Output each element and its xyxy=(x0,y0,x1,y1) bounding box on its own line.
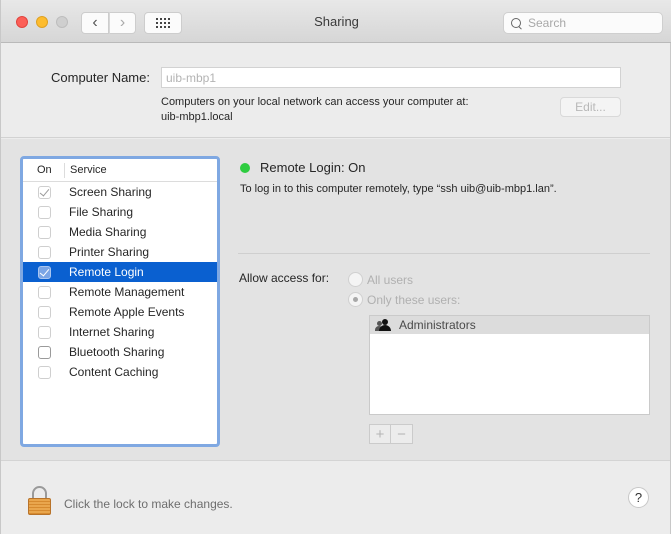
service-name: File Sharing xyxy=(69,205,134,219)
only-these-users-radio-label[interactable]: Only these users: xyxy=(367,293,460,307)
service-status-title: Remote Login: On xyxy=(260,160,366,175)
computer-name-input[interactable] xyxy=(161,67,621,88)
plus-icon: + xyxy=(375,425,385,443)
services-list: Screen Sharing File Sharing Media Sharing P… xyxy=(23,182,217,382)
service-checkbox[interactable] xyxy=(38,185,51,199)
service-row[interactable]: Internet Sharing xyxy=(23,322,217,342)
remove-user-button[interactable]: − xyxy=(391,424,413,444)
edit-button[interactable]: Edit... xyxy=(560,97,621,117)
all-users-radio[interactable] xyxy=(348,272,363,287)
list-item[interactable]: Administrators xyxy=(370,316,649,334)
service-checkbox[interactable] xyxy=(38,345,51,359)
only-these-users-radio[interactable] xyxy=(348,292,363,307)
service-status-description: To log in to this computer remotely, typ… xyxy=(240,183,557,195)
title-bar: ‹ › Sharing xyxy=(1,0,671,43)
status-indicator-icon xyxy=(240,163,250,173)
service-checkbox[interactable] xyxy=(38,225,51,239)
local-hostname: uib-mbp1.local xyxy=(161,111,233,123)
allow-access-label: Allow access for: xyxy=(239,271,330,285)
service-row[interactable]: File Sharing xyxy=(23,202,217,222)
computer-address-description: Computers on your local network can acce… xyxy=(161,95,469,125)
computer-name-label: Computer Name: xyxy=(51,70,150,85)
divider xyxy=(238,253,650,254)
minus-icon: − xyxy=(397,425,406,443)
address-description-text: Computers on your local network can acce… xyxy=(161,96,469,108)
sharing-window: ‹ › Sharing Computer Name: Computers on … xyxy=(0,0,671,534)
add-user-button[interactable]: + xyxy=(369,424,391,444)
service-checkbox[interactable] xyxy=(38,245,51,259)
service-name: Content Caching xyxy=(69,365,159,379)
service-row[interactable]: Screen Sharing xyxy=(23,182,217,202)
service-row[interactable]: Media Sharing xyxy=(23,222,217,242)
service-row[interactable]: Remote Apple Events xyxy=(23,302,217,322)
column-header-on[interactable]: On xyxy=(23,162,65,178)
computer-name-section: Computer Name: Computers on your local n… xyxy=(1,44,670,138)
all-users-radio-label[interactable]: All users xyxy=(367,273,413,287)
services-table-header: On Service xyxy=(23,159,217,182)
service-name: Remote Login xyxy=(69,265,144,279)
service-checkbox[interactable] xyxy=(38,265,51,279)
lock-message: Click the lock to make changes. xyxy=(64,497,233,511)
service-name: Screen Sharing xyxy=(69,185,152,199)
allowed-users-list[interactable]: Administrators xyxy=(369,315,650,415)
search-input[interactable] xyxy=(528,16,658,30)
service-name: Remote Apple Events xyxy=(69,305,185,319)
help-button[interactable]: ? xyxy=(628,487,649,508)
services-section: On Service Screen Sharing File Sharing Med… xyxy=(1,139,670,461)
services-table[interactable]: On Service Screen Sharing File Sharing Med… xyxy=(20,156,220,447)
service-name: Media Sharing xyxy=(69,225,147,239)
lock-icon[interactable] xyxy=(28,486,51,515)
service-name: Bluetooth Sharing xyxy=(69,345,165,359)
service-row[interactable]: Content Caching xyxy=(23,362,217,382)
service-checkbox[interactable] xyxy=(38,325,51,339)
service-checkbox[interactable] xyxy=(38,205,51,219)
service-name: Printer Sharing xyxy=(69,245,150,259)
user-name: Administrators xyxy=(399,318,476,332)
search-field[interactable] xyxy=(503,12,663,34)
service-row[interactable]: Remote Login xyxy=(23,262,217,282)
search-icon xyxy=(511,17,522,29)
service-checkbox[interactable] xyxy=(38,365,51,379)
group-icon xyxy=(375,318,393,332)
service-row[interactable]: Bluetooth Sharing xyxy=(23,342,217,362)
service-checkbox[interactable] xyxy=(38,285,51,299)
service-name: Internet Sharing xyxy=(69,325,155,339)
service-row[interactable]: Printer Sharing xyxy=(23,242,217,262)
footer: Click the lock to make changes. ? xyxy=(1,462,670,534)
column-header-service[interactable]: Service xyxy=(65,164,107,176)
service-row[interactable]: Remote Management xyxy=(23,282,217,302)
service-checkbox[interactable] xyxy=(38,305,51,319)
service-name: Remote Management xyxy=(69,285,185,299)
